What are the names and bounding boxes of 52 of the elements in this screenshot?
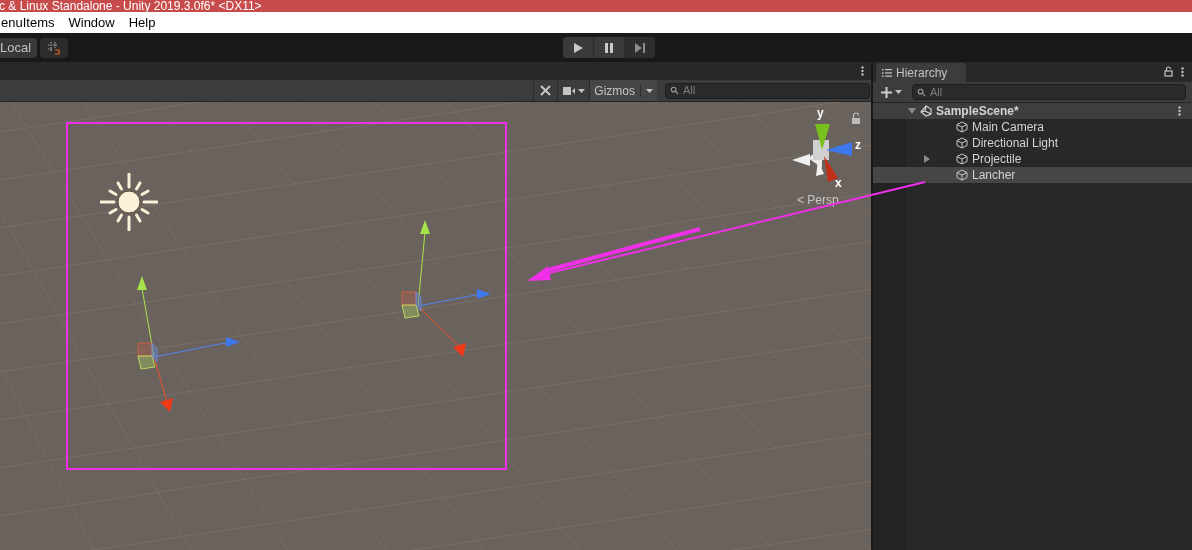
hierarchy-tab[interactable]: Hierarchy — [876, 63, 966, 82]
create-dropdown[interactable] — [881, 86, 902, 98]
orientation-gizmo-drawing — [792, 124, 852, 182]
search-placeholder: All — [683, 85, 696, 96]
caret-icon — [895, 90, 902, 94]
more-options-icon[interactable] — [1181, 66, 1184, 77]
list-icon — [882, 68, 892, 77]
step-icon — [635, 42, 645, 53]
tools-icon — [539, 84, 553, 97]
hierarchy-item[interactable]: Main Camera — [873, 119, 1192, 135]
pause-icon — [605, 42, 613, 53]
hierarchy-item[interactable]: Projectile — [873, 151, 1192, 167]
search-placeholder: All — [930, 86, 943, 98]
expand-arrow-icon[interactable] — [923, 155, 931, 163]
search-icon — [917, 87, 926, 97]
sun-icon — [100, 173, 158, 231]
axis-label[interactable]: z — [855, 139, 861, 151]
scene-row[interactable]: SampleScene* — [873, 103, 1192, 119]
play-icon — [573, 42, 583, 53]
plus-icon — [881, 86, 892, 98]
lock-icon[interactable] — [1164, 66, 1173, 77]
cube-icon — [956, 153, 968, 165]
search-icon — [670, 86, 679, 95]
step-button[interactable] — [625, 37, 655, 58]
axis-label[interactable]: y — [817, 107, 824, 119]
projection-label[interactable]: < Persp — [797, 191, 839, 209]
unity-logo-icon — [920, 105, 932, 117]
window-title: c & Linux Standalone - Unity 2019.3.0f6* <DX11> — [0, 0, 262, 12]
cube-icon — [956, 169, 968, 181]
search-field[interactable]: All — [665, 82, 870, 99]
hierarchy-item[interactable]: Directional Light — [873, 135, 1192, 151]
search-field[interactable]: All — [912, 84, 1186, 100]
more-options-icon[interactable] — [861, 66, 864, 76]
cube-icon — [956, 121, 968, 133]
axis-label[interactable]: x — [835, 177, 842, 189]
snap-button[interactable] — [40, 37, 69, 58]
pause-button[interactable] — [594, 37, 624, 58]
caret-icon — [646, 88, 653, 93]
pivot-mode-button[interactable]: Local — [0, 37, 38, 58]
lock-icon — [852, 112, 860, 124]
cube-icon — [956, 137, 968, 149]
camera-icon — [562, 86, 575, 95]
gizmos-dropdown[interactable]: Gizmos — [589, 80, 657, 101]
more-options-icon[interactable] — [1178, 106, 1181, 116]
play-button[interactable] — [563, 37, 593, 58]
expand-arrow-icon[interactable] — [908, 107, 916, 115]
grid-snap-icon — [47, 40, 62, 55]
hierarchy-item[interactable]: Lancher — [873, 167, 1192, 183]
menu-item[interactable]: Window — [68, 12, 115, 33]
menu-item[interactable]: enuItems — [1, 12, 55, 33]
menu-item[interactable]: Help — [128, 12, 156, 33]
caret-icon — [577, 88, 585, 93]
